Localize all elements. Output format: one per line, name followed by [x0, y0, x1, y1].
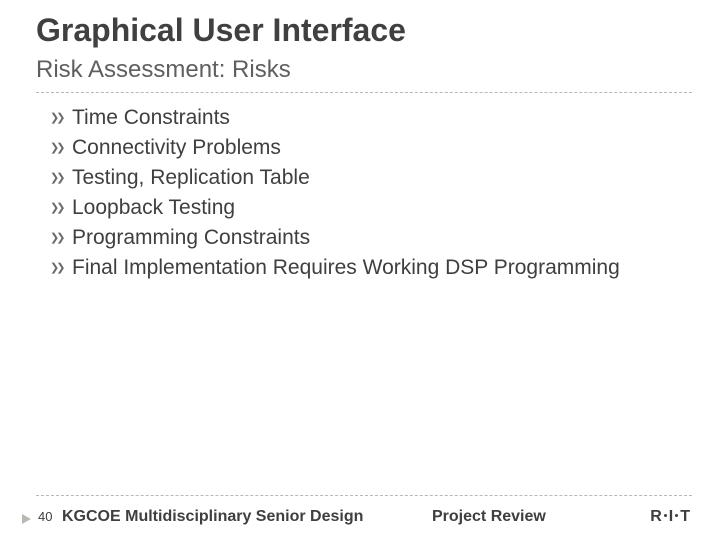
list-item: ❯❯ Programming Constraints: [50, 224, 680, 252]
page-number: 40: [38, 509, 52, 524]
arrow-icon: [22, 514, 31, 524]
list-item: ❯❯ Testing, Replication Table: [50, 164, 680, 192]
divider-bottom: [36, 495, 692, 496]
bullet-icon: ❯❯: [50, 104, 72, 132]
bullet-icon: ❯❯: [50, 224, 72, 252]
slide: Graphical User Interface Risk Assessment…: [0, 0, 720, 540]
list-item: ❯❯ Time Constraints: [50, 104, 680, 132]
footer: 40 KGCOE Multidisciplinary Senior Design…: [0, 500, 720, 530]
footer-right-r: R: [650, 508, 662, 525]
bullet-text: Final Implementation Requires Working DS…: [72, 254, 620, 282]
bullet-text: Loopback Testing: [72, 194, 235, 222]
bullet-text: Testing, Replication Table: [72, 164, 310, 192]
bullet-icon: ❯❯: [50, 254, 72, 282]
slide-subtitle: Risk Assessment: Risks: [36, 56, 291, 84]
list-item: ❯❯ Final Implementation Requires Working…: [50, 254, 680, 282]
bullet-icon: ❯❯: [50, 134, 72, 162]
bullet-icon: ❯❯: [50, 194, 72, 222]
bullet-text: Time Constraints: [72, 104, 230, 132]
footer-right-t: T: [680, 508, 690, 525]
dot-icon: [664, 514, 667, 517]
dot-icon: [675, 514, 678, 517]
bullet-text: Programming Constraints: [72, 224, 310, 252]
bullet-icon: ❯❯: [50, 164, 72, 192]
footer-right-i: I: [669, 508, 673, 525]
bullet-list: ❯❯ Time Constraints ❯❯ Connectivity Prob…: [50, 104, 680, 284]
footer-left-text: KGCOE Multidisciplinary Senior Design: [62, 508, 363, 526]
slide-title: Graphical User Interface: [36, 12, 406, 49]
list-item: ❯❯ Loopback Testing: [50, 194, 680, 222]
divider-top: [36, 92, 692, 93]
list-item: ❯❯ Connectivity Problems: [50, 134, 680, 162]
footer-right-text: RIT: [650, 508, 690, 526]
bullet-text: Connectivity Problems: [72, 134, 281, 162]
footer-center-text: Project Review: [432, 508, 546, 526]
